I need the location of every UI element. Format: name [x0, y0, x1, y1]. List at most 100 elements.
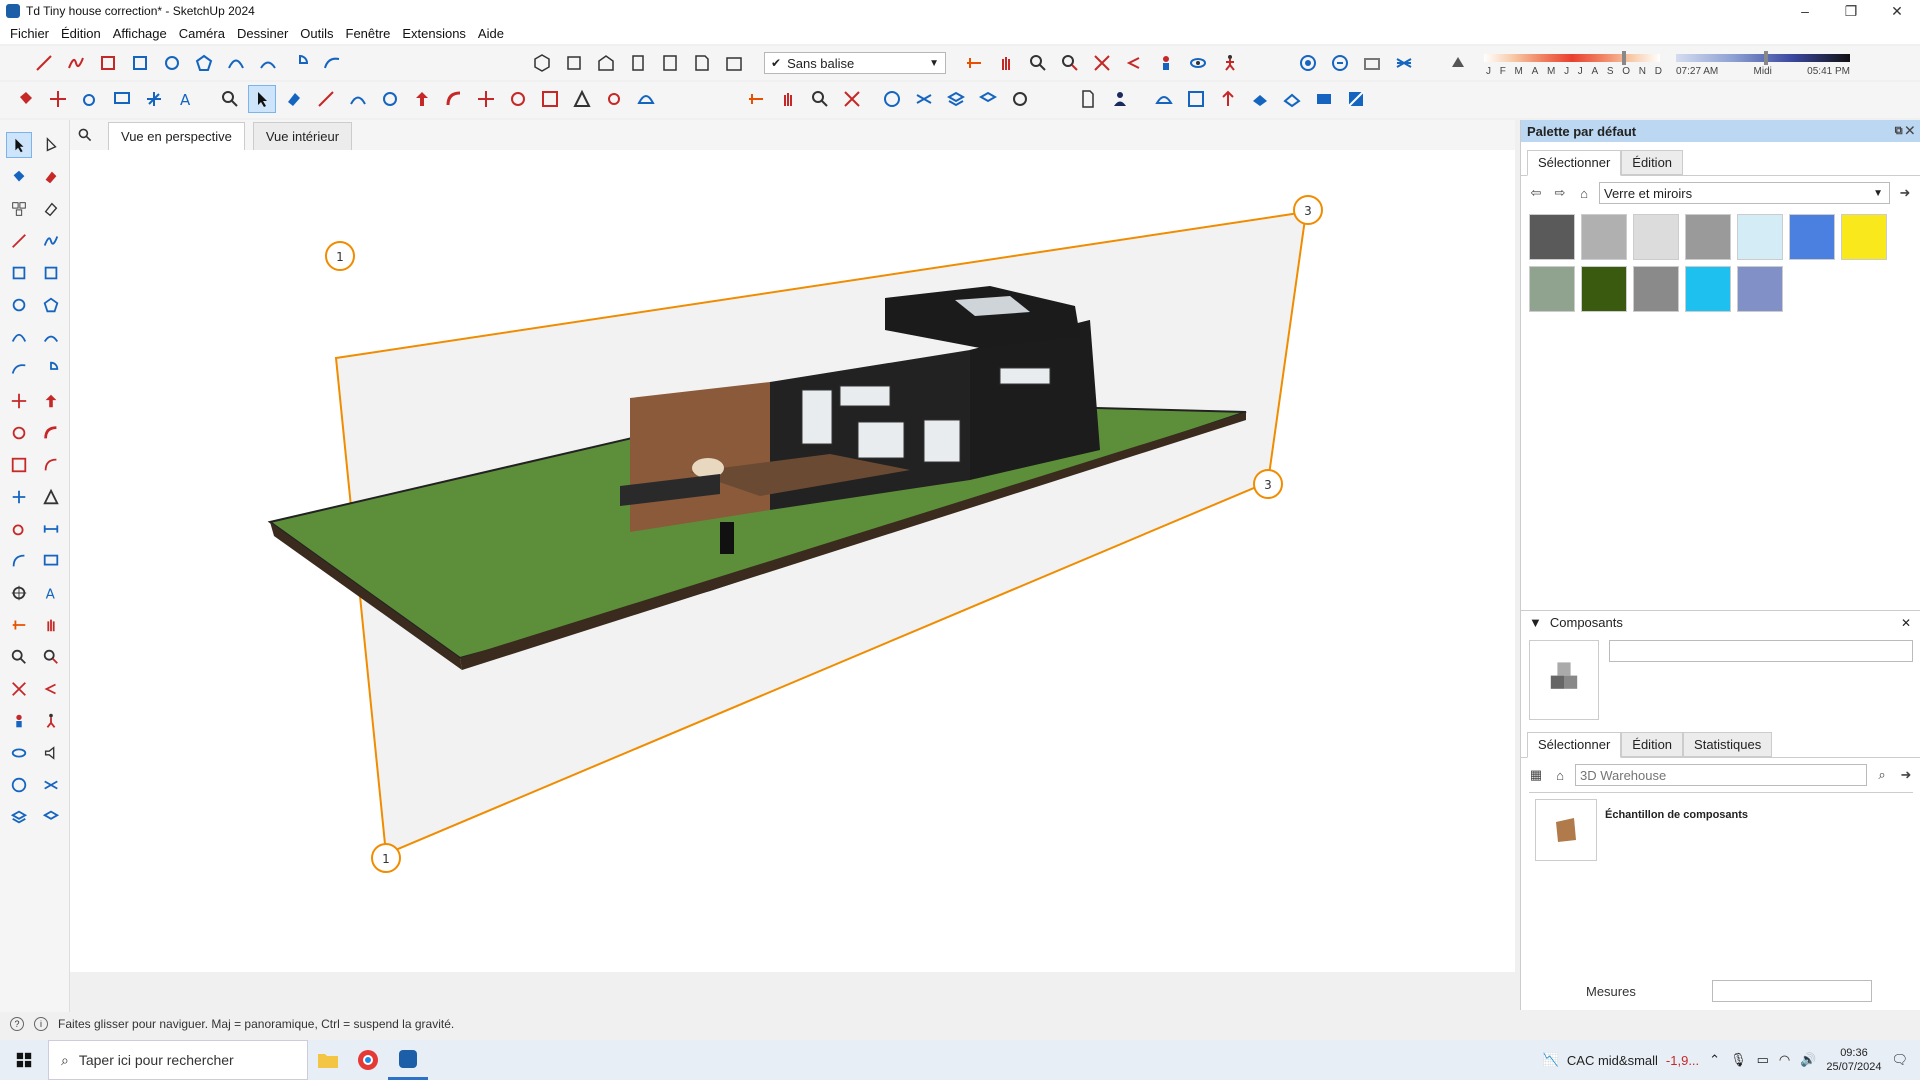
stock-widget[interactable]: 📉 CAC mid&small -1,9...	[1543, 1052, 1699, 1068]
zoom-tool-icon[interactable]	[216, 85, 244, 113]
back-arrow-icon[interactable]: ⇦	[1527, 184, 1545, 202]
volume-icon[interactable]: 🔊	[1800, 1052, 1816, 1068]
minimize-button[interactable]: –	[1782, 0, 1828, 22]
previous-tool-icon[interactable]	[38, 676, 64, 702]
protractor-icon[interactable]	[632, 85, 660, 113]
material-swatch[interactable]	[1529, 214, 1575, 260]
help-icon[interactable]: ?	[10, 1017, 24, 1031]
menu-outils[interactable]: Outils	[294, 26, 339, 41]
time-slider-knob[interactable]	[1764, 51, 1768, 65]
share-model-icon[interactable]	[1326, 49, 1354, 77]
follow-me-icon[interactable]	[440, 85, 468, 113]
top-view-icon[interactable]	[560, 49, 588, 77]
section-marker[interactable]: 3	[1293, 195, 1323, 225]
stack-icon[interactable]	[942, 85, 970, 113]
three-point-arc-icon[interactable]	[318, 49, 346, 77]
measures-input[interactable]	[1712, 980, 1872, 1002]
shape-dropdown-icon[interactable]	[376, 85, 404, 113]
menu-aide[interactable]: Aide	[472, 26, 510, 41]
flip-edge-icon[interactable]	[1342, 85, 1370, 113]
components-tab-edit[interactable]: Édition	[1621, 732, 1684, 757]
menu-affichage[interactable]: Affichage	[107, 26, 173, 41]
material-swatch[interactable]	[1685, 214, 1731, 260]
polygon-tool-icon[interactable]	[190, 49, 218, 77]
component-icon[interactable]	[6, 196, 32, 222]
chrome-icon[interactable]	[348, 1040, 388, 1080]
scene-tab-perspective[interactable]: Vue en perspective	[108, 122, 245, 150]
pan-tool-icon[interactable]	[38, 612, 64, 638]
material-swatch[interactable]	[1633, 266, 1679, 312]
3d-text-icon[interactable]: A	[172, 85, 200, 113]
zoom-window-icon[interactable]	[1056, 49, 1084, 77]
offset-tool-icon[interactable]	[38, 452, 64, 478]
component-search-input[interactable]	[1575, 764, 1867, 786]
menu-fichier[interactable]: Fichier	[4, 26, 55, 41]
zoom-window-tool-icon[interactable]	[38, 644, 64, 670]
sketchup-taskbar-icon[interactable]	[388, 1040, 428, 1080]
lasso-select-icon[interactable]	[38, 132, 64, 158]
section-tool-icon[interactable]	[6, 612, 32, 638]
menu-edition[interactable]: Édition	[55, 26, 107, 41]
pie-icon[interactable]	[38, 356, 64, 382]
material-swatch[interactable]	[1789, 214, 1835, 260]
material-swatch[interactable]	[1633, 214, 1679, 260]
stack-settings-icon[interactable]	[974, 85, 1002, 113]
right-view-icon[interactable]	[624, 49, 652, 77]
three-point-arc-tool-icon[interactable]	[6, 356, 32, 382]
new-file-icon[interactable]	[1074, 85, 1102, 113]
scale-tool-icon[interactable]	[6, 452, 32, 478]
zoom-extents-tool-icon[interactable]	[6, 676, 32, 702]
tag-eraser-icon[interactable]	[38, 196, 64, 222]
date-slider-knob[interactable]	[1622, 51, 1626, 65]
section-plane-icon[interactable]	[960, 49, 988, 77]
home-icon[interactable]: ⌂	[1575, 184, 1593, 202]
layer-tools-icon[interactable]	[910, 85, 938, 113]
sandbox-contours-icon[interactable]	[1150, 85, 1178, 113]
close-icon[interactable]: ✕	[1901, 616, 1911, 630]
two-point-arc-icon[interactable]	[254, 49, 282, 77]
rectangle-tool-icon[interactable]	[94, 49, 122, 77]
3d-scene[interactable]: 1 3 3 1	[70, 150, 1515, 972]
details-arrow-icon[interactable]: ➜	[1897, 766, 1915, 784]
components-tab-stats[interactable]: Statistiques	[1683, 732, 1773, 757]
tag-select[interactable]: ✔ Sans balise ▼	[764, 52, 946, 74]
view-options-icon[interactable]: ▦	[1527, 766, 1545, 784]
info-icon[interactable]: i	[34, 1017, 48, 1031]
section-marker[interactable]: 1	[325, 241, 355, 271]
two-point-arc-tool-icon[interactable]	[38, 324, 64, 350]
back-view-icon[interactable]	[656, 49, 684, 77]
tape-measure-tool-icon[interactable]	[6, 516, 32, 542]
look-around-tool-icon[interactable]	[6, 740, 32, 766]
warehouse-icon[interactable]	[1294, 49, 1322, 77]
settings-dropdown-icon[interactable]	[1006, 85, 1034, 113]
select-tool-icon[interactable]	[248, 85, 276, 113]
front-view-icon[interactable]	[592, 49, 620, 77]
arc-tool-icon[interactable]	[222, 49, 250, 77]
chevron-up-icon[interactable]: ⌃	[1709, 1052, 1720, 1068]
position-camera-icon[interactable]	[1152, 49, 1180, 77]
material-swatch[interactable]	[1685, 266, 1731, 312]
wifi-icon[interactable]: ◠	[1779, 1052, 1790, 1068]
push-pull-tool-icon[interactable]	[38, 388, 64, 414]
polygon-icon[interactable]	[38, 292, 64, 318]
layout-tool-icon[interactable]	[38, 772, 64, 798]
text-tool-icon[interactable]	[108, 85, 136, 113]
maximize-button[interactable]: ❐	[1828, 0, 1874, 22]
forward-arrow-icon[interactable]: ⇨	[1551, 184, 1569, 202]
model-viewport[interactable]: Vue en perspective Vue intérieur 1 3 3 1	[70, 120, 1515, 972]
warehouse-tool-icon[interactable]	[6, 772, 32, 798]
pan-icon[interactable]	[992, 49, 1020, 77]
menu-fenetre[interactable]: Fenêtre	[340, 26, 397, 41]
shadows-toggle-icon[interactable]	[1444, 49, 1472, 77]
user-icon[interactable]	[1106, 85, 1134, 113]
protractor-tool-icon[interactable]	[38, 484, 64, 510]
circle-tool-icon[interactable]	[158, 49, 186, 77]
sandbox-scratch-icon[interactable]	[1182, 85, 1210, 113]
extension-warehouse-icon[interactable]	[1358, 49, 1386, 77]
rotated-rectangle-icon[interactable]	[126, 49, 154, 77]
rotate-tool-icon[interactable]	[6, 420, 32, 446]
move-tool-icon[interactable]	[44, 85, 72, 113]
axis-tool-icon[interactable]	[6, 580, 32, 606]
3d-text-tool-icon[interactable]: A	[38, 580, 64, 606]
file-explorer-icon[interactable]	[308, 1040, 348, 1080]
